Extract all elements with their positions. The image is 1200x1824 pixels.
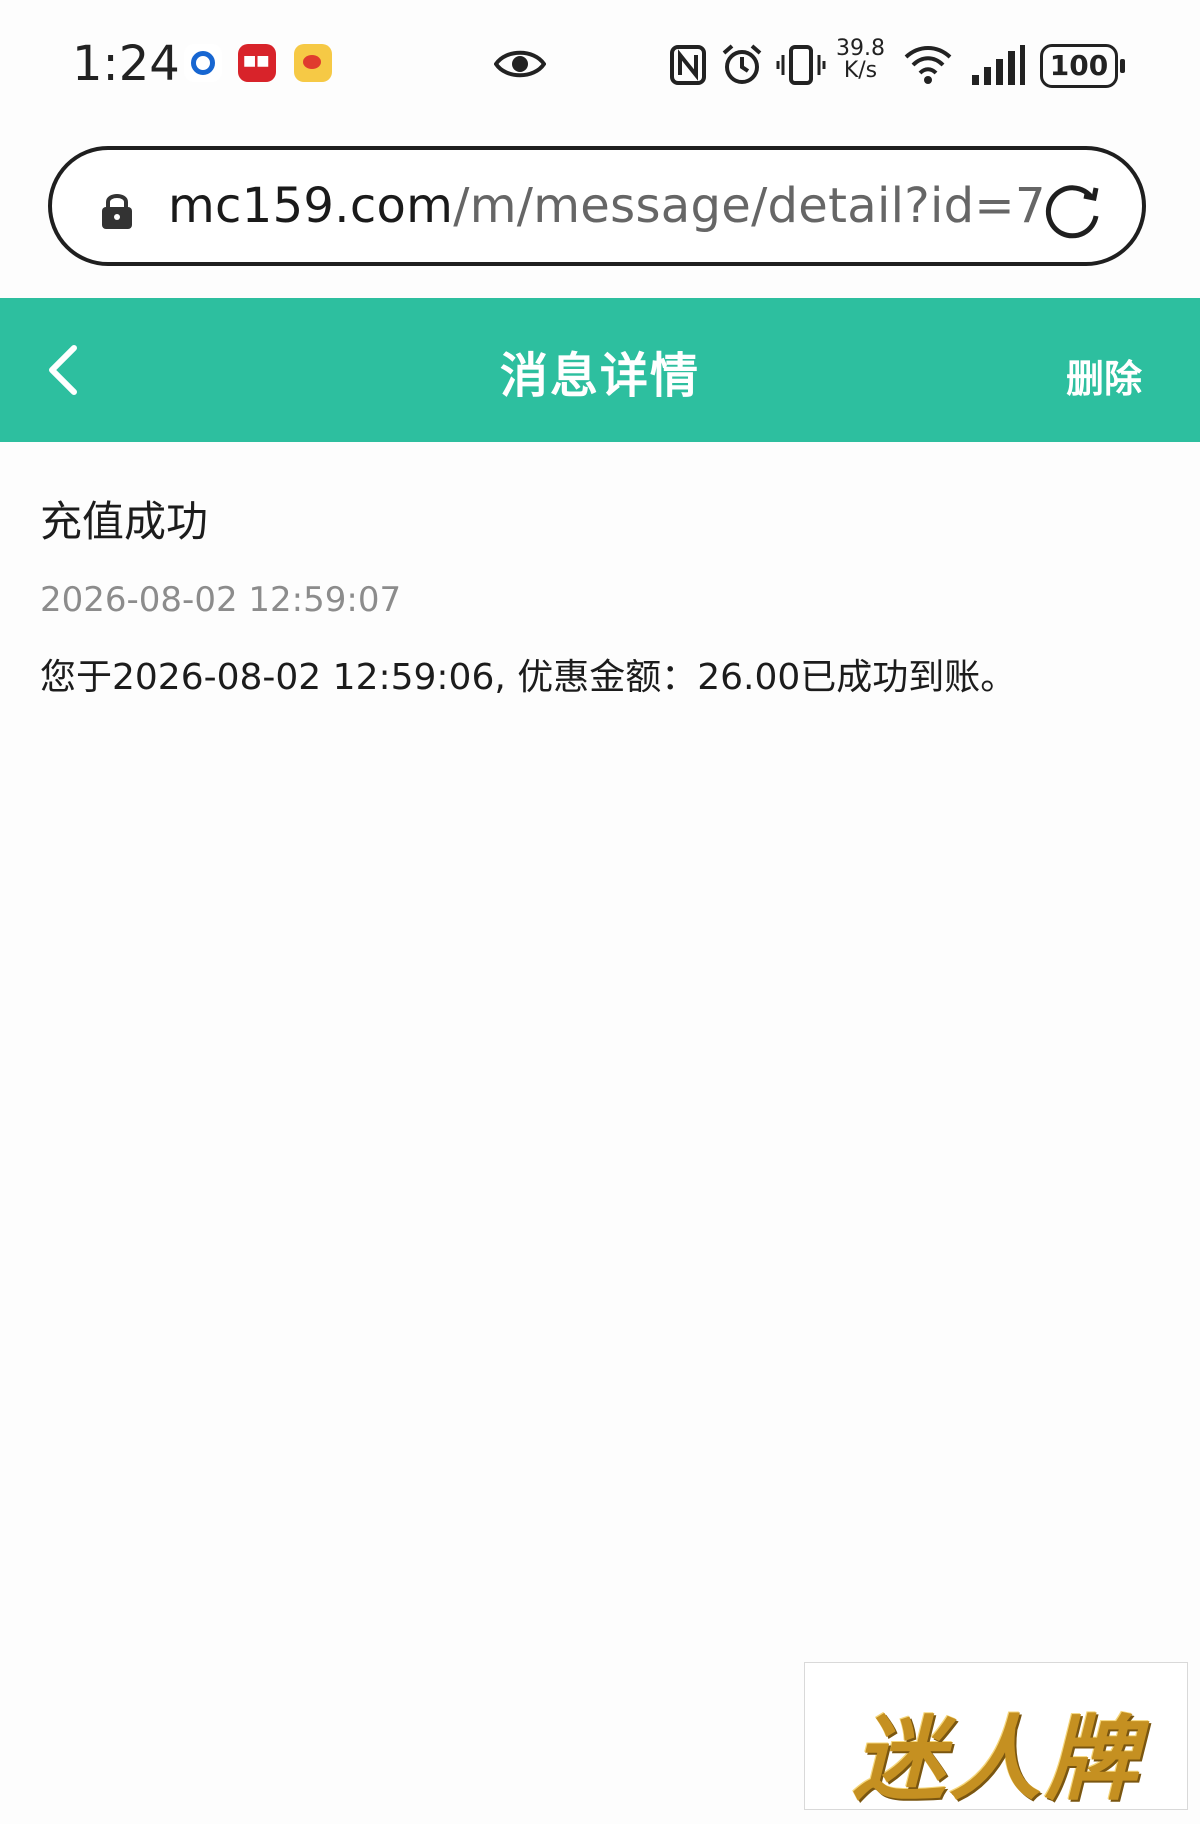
- reload-icon[interactable]: [1044, 180, 1104, 240]
- address-bar[interactable]: mc159.com/m/message/detail?id=7: [48, 146, 1146, 266]
- status-bar: 1:24 ■■ 39.8 K/s 100: [0, 0, 1200, 128]
- url-domain: mc159.com: [168, 178, 454, 234]
- alarm-icon: [722, 44, 762, 84]
- network-speed: 39.8 K/s: [836, 38, 885, 82]
- app-header: 消息详情 删除: [0, 298, 1200, 442]
- page-title: 消息详情: [499, 348, 700, 404]
- watermark-logo: 迷人牌: [804, 1662, 1188, 1813]
- eye-icon: [494, 50, 546, 78]
- message-body: 您于2026-08-02 12:59:06, 优惠金额：26.00已成功到账。: [40, 657, 1017, 698]
- app-blue-icon: [184, 44, 222, 82]
- screen: 1:24 ■■ 39.8 K/s 100 mc159.com/m/message…: [0, 0, 1200, 1824]
- url-text[interactable]: mc159.com/m/message/detail?id=7: [168, 174, 1046, 238]
- vibrate-icon: [776, 45, 826, 85]
- network-speed-unit: K/s: [843, 58, 878, 83]
- url-path: /m/message/detail?id=7: [453, 178, 1046, 234]
- delete-button[interactable]: 删除: [1066, 348, 1142, 403]
- message-title: 充值成功: [40, 497, 209, 546]
- app-red-icon: ■■: [238, 44, 276, 82]
- network-speed-value: 39.8: [836, 36, 885, 61]
- watermark-text: 迷人牌: [852, 1706, 1141, 1813]
- status-time: 1:24: [72, 36, 180, 92]
- wifi-icon: [904, 46, 952, 84]
- lock-icon: [102, 194, 132, 229]
- battery-icon: 100: [1040, 44, 1125, 88]
- nfc-icon: [670, 45, 706, 85]
- signal-icon: [972, 45, 1025, 85]
- weibo-icon: [294, 44, 332, 82]
- message-time: 2026-08-02 12:59:07: [40, 580, 402, 620]
